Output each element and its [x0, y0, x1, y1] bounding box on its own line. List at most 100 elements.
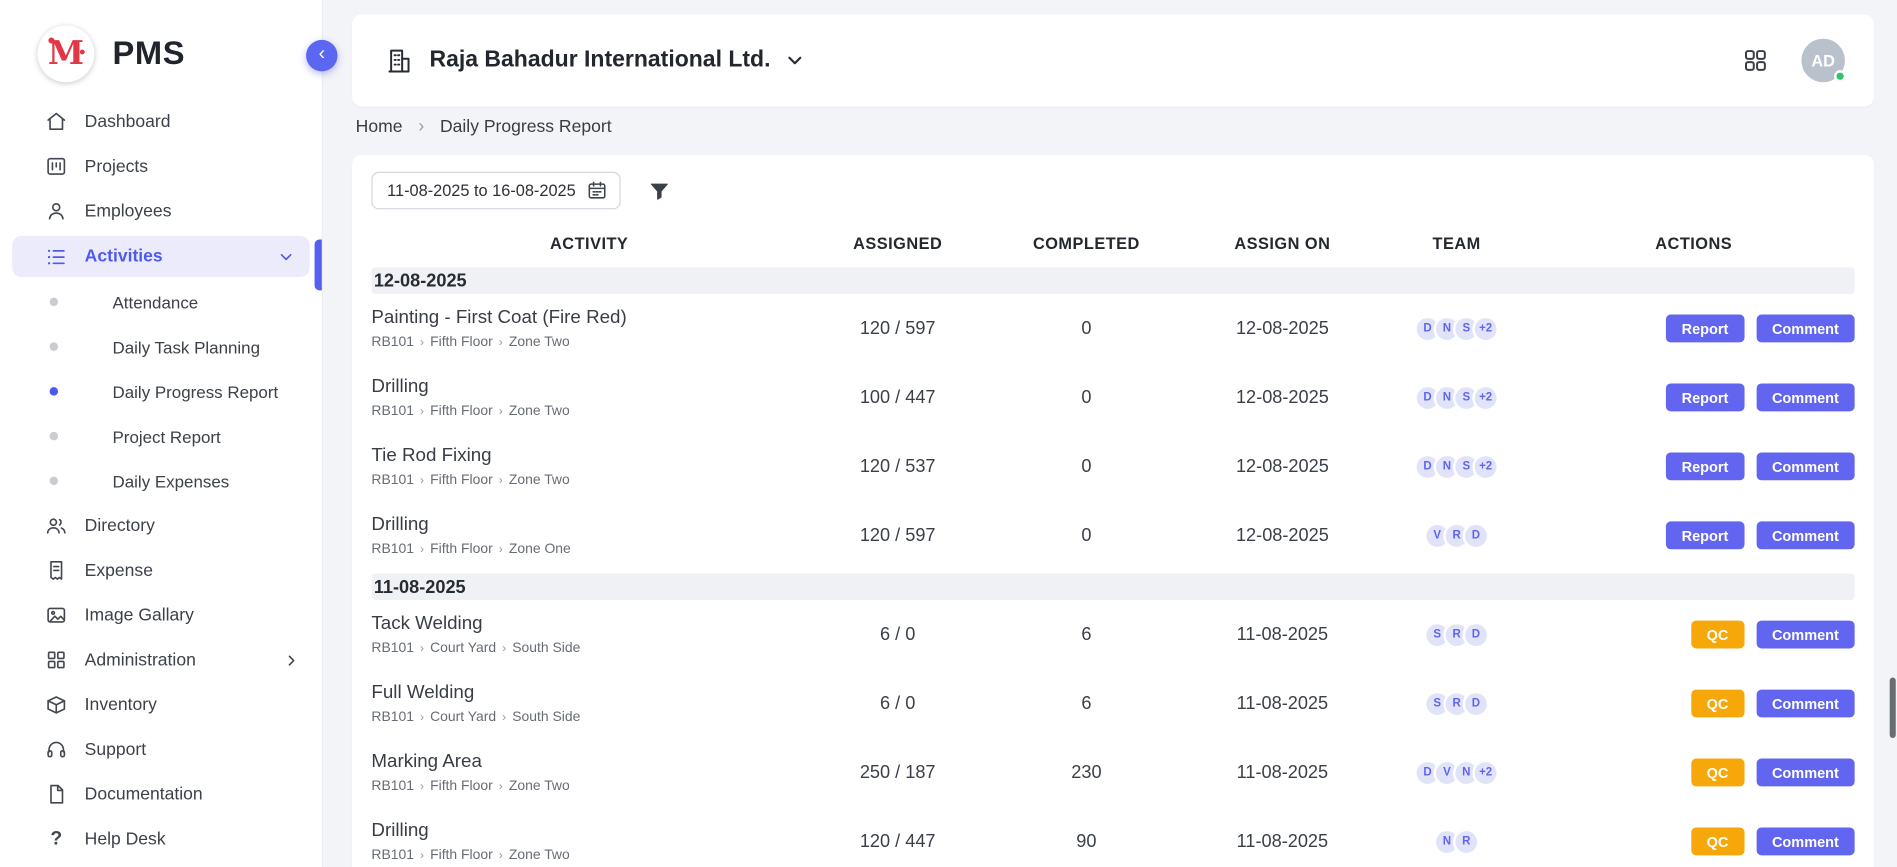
daily-progress-report-panel: 11-08-2025 to 16-08-2025 ACTIVITY ASSIGN… [352, 155, 1874, 867]
sidebar: M PMS Dashboard Projects Emp [0, 0, 323, 867]
comment-button[interactable]: Comment [1756, 315, 1854, 343]
filter-button[interactable] [647, 178, 671, 202]
sidebar-item-label: Employees [85, 201, 172, 220]
sidebar-item-label: Directory [85, 516, 155, 535]
chevron-right-icon: › [420, 474, 424, 487]
app-root: M PMS Dashboard Projects Emp [0, 0, 1897, 867]
chevron-right-icon: › [420, 405, 424, 418]
team-avatars: N R [1380, 828, 1532, 855]
qc-button[interactable]: QC [1691, 828, 1744, 856]
sidebar-subitem-daily-progress-report[interactable]: Daily Progress Report [0, 369, 322, 414]
date-range-input[interactable]: 11-08-2025 to 16-08-2025 [371, 172, 620, 210]
breadcrumb-home[interactable]: Home [356, 117, 403, 136]
box-icon [45, 693, 68, 716]
chevron-right-icon: › [502, 711, 506, 724]
vertical-scrollbar-thumb[interactable] [1890, 677, 1896, 737]
team-avatar: R [1453, 828, 1480, 855]
report-button[interactable]: Report [1666, 384, 1744, 412]
receipt-icon [45, 559, 68, 582]
comment-button[interactable]: Comment [1756, 452, 1854, 480]
sidebar-item-expense[interactable]: Expense [0, 548, 322, 593]
path-project: RB101 [371, 473, 414, 488]
user-avatar[interactable]: AD [1801, 39, 1845, 83]
home-icon [45, 110, 68, 133]
team-avatars: V R D [1380, 522, 1532, 549]
qc-button[interactable]: QC [1691, 621, 1744, 649]
sidebar-subitem-label: Daily Expenses [113, 471, 230, 490]
sidebar-item-employees[interactable]: Employees [0, 189, 322, 234]
comment-button[interactable]: Comment [1756, 828, 1854, 856]
team-avatar: D [1463, 621, 1490, 648]
path-zone: Zone Two [509, 779, 570, 794]
sidebar-subitem-attendance[interactable]: Attendance [0, 279, 322, 324]
sidebar-subitem-daily-task-planning[interactable]: Daily Task Planning [0, 324, 322, 369]
report-button[interactable]: Report [1666, 315, 1744, 343]
list-icon [45, 245, 68, 268]
table-row: Full Welding RB101›Court Yard›South Side… [371, 669, 1854, 738]
activity-title: Marking Area [371, 751, 807, 773]
filter-row: 11-08-2025 to 16-08-2025 [371, 172, 1854, 210]
activity-title: Tie Rod Fixing [371, 445, 807, 467]
qc-button[interactable]: QC [1691, 759, 1744, 787]
apps-grid-button[interactable] [1742, 47, 1769, 74]
sidebar-item-projects[interactable]: Projects [0, 144, 322, 189]
chevron-right-icon: › [499, 849, 503, 862]
path-floor: Fifth Floor [430, 335, 493, 350]
sidebar-item-administration[interactable]: Administration [0, 638, 322, 683]
column-assigned: ASSIGNED [807, 234, 988, 252]
activity-title: Drilling [371, 514, 807, 536]
column-actions: ACTIONS [1533, 234, 1855, 252]
comment-button[interactable]: Comment [1756, 521, 1854, 549]
assigned-value: 120 / 537 [807, 456, 988, 477]
sidebar-item-dashboard[interactable]: Dashboard [0, 99, 322, 144]
activity-breadcrumb: RB101›Fifth Floor›Zone Two [371, 404, 807, 419]
completed-value: 0 [988, 525, 1184, 546]
sidebar-item-label: Administration [85, 650, 196, 669]
table-row: Tie Rod Fixing RB101›Fifth Floor›Zone Tw… [371, 432, 1854, 501]
team-avatar-overflow: +2 [1472, 384, 1499, 411]
sidebar-item-support[interactable]: Support [0, 727, 322, 772]
assign-on-date: 12-08-2025 [1184, 456, 1380, 477]
assigned-value: 120 / 597 [807, 318, 988, 339]
calendar-icon [587, 180, 608, 201]
sidebar-item-label: Help Desk [85, 829, 166, 848]
sidebar-item-image-gallary[interactable]: Image Gallary [0, 593, 322, 638]
report-button[interactable]: Report [1666, 521, 1744, 549]
sidebar-item-label: Dashboard [85, 112, 171, 131]
path-project: RB101 [371, 848, 414, 863]
logo-letter: M [48, 38, 84, 71]
sidebar-item-inventory[interactable]: Inventory [0, 682, 322, 727]
sidebar-item-documentation[interactable]: Documentation [0, 772, 322, 817]
team-avatar: D [1463, 522, 1490, 549]
sidebar-item-activities[interactable]: Activities [12, 236, 310, 277]
team-avatars: D N S +2 [1380, 315, 1532, 342]
activity-title: Tack Welding [371, 613, 807, 635]
assign-on-date: 12-08-2025 [1184, 525, 1380, 546]
team-avatars: D V N +2 [1380, 759, 1532, 786]
report-button[interactable]: Report [1666, 452, 1744, 480]
activity-breadcrumb: RB101›Court Yard›South Side [371, 710, 807, 725]
user-icon [45, 200, 68, 223]
sidebar-subitem-daily-expenses[interactable]: Daily Expenses [0, 459, 322, 504]
sidebar-subitem-project-report[interactable]: Project Report [0, 414, 322, 459]
qc-button[interactable]: QC [1691, 690, 1744, 718]
date-group-header: 11-08-2025 [371, 573, 1854, 600]
sidebar-collapse-button[interactable]: ‹ [306, 40, 337, 71]
comment-button[interactable]: Comment [1756, 384, 1854, 412]
sidebar-item-label: Activities [85, 247, 163, 266]
column-assign-on: ASSIGN ON [1184, 234, 1380, 252]
table-row: Tack Welding RB101›Court Yard›South Side… [371, 600, 1854, 669]
company-name: Raja Bahadur International Ltd. [429, 47, 770, 74]
company-selector[interactable]: Raja Bahadur International Ltd. [429, 47, 805, 74]
comment-button[interactable]: Comment [1756, 690, 1854, 718]
sidebar-item-directory[interactable]: Directory [0, 503, 322, 548]
sidebar-item-help-desk[interactable]: ? Help Desk [0, 817, 322, 862]
chevron-right-icon: › [499, 405, 503, 418]
path-zone: Zone One [509, 542, 571, 557]
logo-icon: M [38, 25, 95, 82]
path-floor: Fifth Floor [430, 542, 493, 557]
comment-button[interactable]: Comment [1756, 759, 1854, 787]
grid-icon [45, 648, 68, 671]
comment-button[interactable]: Comment [1756, 621, 1854, 649]
chevron-right-icon: › [499, 336, 503, 349]
